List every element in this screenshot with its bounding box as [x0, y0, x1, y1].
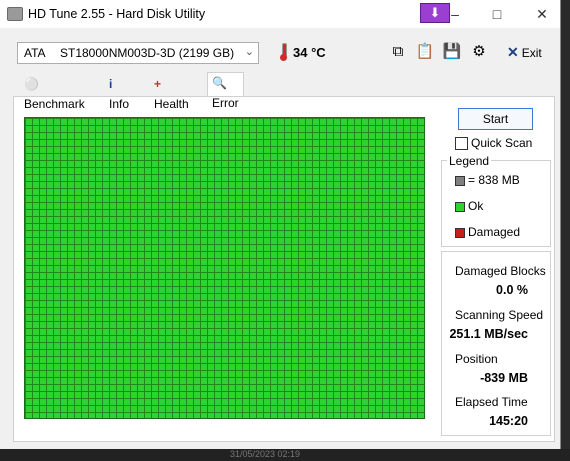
temperature-readout: 34 °C — [293, 45, 326, 60]
drive-type: ATA — [24, 46, 46, 60]
taskbar: 31/05/2023 02:19 — [0, 449, 570, 461]
lightbulb-icon: ⚪ — [24, 77, 39, 91]
checkbox-box[interactable] — [455, 137, 468, 150]
thermometer-icon — [279, 43, 287, 61]
quick-scan-label: Quick Scan — [471, 136, 533, 150]
exit-icon: ✕ — [507, 44, 519, 60]
save-icon[interactable]: 💾 — [442, 42, 462, 62]
main-window: HD Tune 2.55 - Hard Disk Utility ⬇ – □ ✕… — [0, 0, 561, 450]
start-button[interactable]: Start — [458, 108, 533, 130]
scanning-speed-label: Scanning Speed — [455, 308, 544, 322]
position-label: Position — [455, 352, 498, 366]
block-swatch-icon — [455, 175, 465, 186]
damaged-blocks-label: Damaged Blocks — [455, 264, 546, 278]
taskbar-clock: 31/05/2023 02:19 — [230, 449, 301, 459]
tab-health[interactable]: + Health — [150, 74, 193, 111]
info-icon: i — [109, 77, 113, 91]
ok-swatch-icon — [455, 201, 465, 212]
elapsed-time-value: 145:20 — [489, 414, 528, 428]
copy-icon[interactable]: ⧉ — [388, 42, 408, 62]
tab-benchmark[interactable]: ⚪ Benchmark — [20, 74, 89, 111]
options-icon[interactable]: ⚙ — [469, 42, 489, 62]
position-value: -839 MB — [480, 371, 528, 385]
damaged-swatch-icon — [455, 227, 465, 238]
magnifier-icon: 🔍 — [212, 76, 227, 90]
app-disk-icon — [7, 7, 23, 21]
window-title: HD Tune 2.55 - Hard Disk Utility — [28, 7, 206, 21]
title-bar[interactable]: HD Tune 2.55 - Hard Disk Utility ⬇ – □ ✕ — [0, 0, 560, 28]
minimize-icon[interactable]: – — [441, 4, 469, 24]
exit-button[interactable]: ✕ Exit — [507, 42, 542, 62]
maximize-icon[interactable]: □ — [483, 4, 511, 24]
health-cross-icon: + — [154, 77, 162, 91]
tab-info[interactable]: i Info — [105, 74, 133, 111]
scan-block-map — [24, 117, 425, 419]
legend-block-size: = 838 MB — [455, 173, 520, 187]
chevron-down-icon: ⌄ — [244, 46, 254, 58]
elapsed-time-label: Elapsed Time — [455, 395, 528, 409]
legend-title: Legend — [447, 154, 492, 168]
close-icon[interactable]: ✕ — [528, 4, 556, 24]
legend-ok: Ok — [455, 199, 483, 213]
damaged-blocks-value: 0.0 % — [496, 283, 528, 297]
tab-error-scan[interactable]: 🔍 Error Scan — [207, 72, 245, 130]
drive-model: ST18000NM003D-3D (2199 GB) — [60, 46, 235, 60]
drive-select[interactable]: ATA ST18000NM003D-3D (2199 GB) ⌄ — [17, 42, 259, 64]
exit-label: Exit — [521, 46, 542, 60]
legend-damaged: Damaged — [455, 225, 520, 239]
copy-all-icon[interactable]: 📋 — [415, 42, 435, 62]
scanning-speed-value: 251.1 MB/sec — [449, 327, 528, 341]
desktop-background — [561, 0, 570, 461]
